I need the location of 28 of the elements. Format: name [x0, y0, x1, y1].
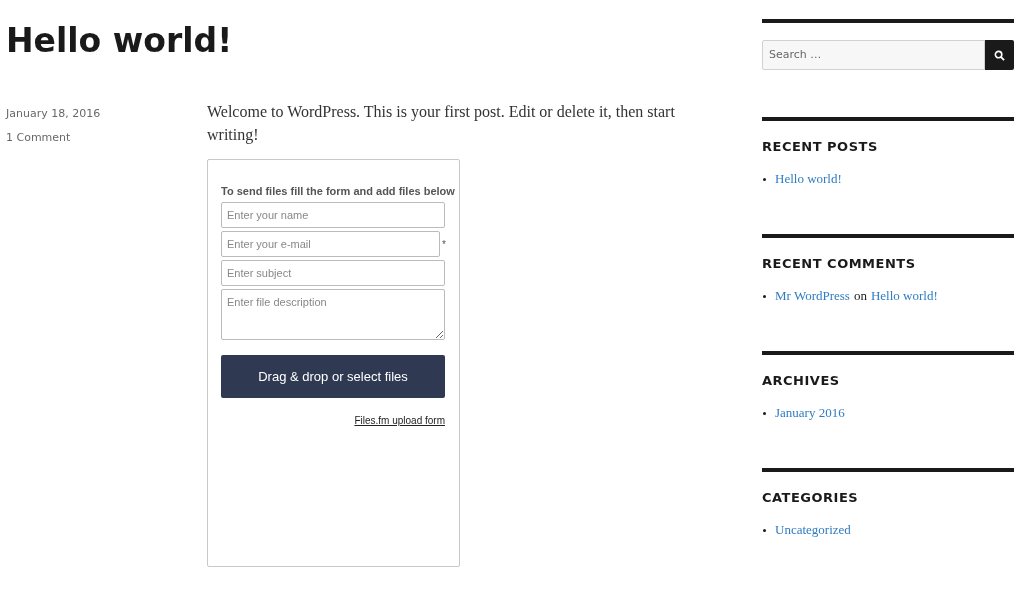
upload-form-link[interactable]: Files.fm upload form — [354, 413, 445, 428]
bullet-icon — [763, 178, 766, 181]
search-icon — [994, 49, 1005, 61]
comments-link[interactable]: 1 Comment — [6, 130, 71, 146]
widget-title: RECENT POSTS — [762, 139, 878, 155]
upload-button[interactable]: Drag & drop or select files — [221, 355, 445, 398]
input-field[interactable]: Enter subject — [221, 260, 445, 286]
bullet-icon — [763, 412, 766, 415]
widget-link[interactable]: Hello world! — [870, 288, 938, 304]
widget-link[interactable]: Uncategorized — [775, 522, 851, 538]
widget-text: on — [853, 288, 867, 304]
widget-link[interactable]: January 2016 — [775, 405, 845, 421]
input-field[interactable]: Enter your e-mail — [221, 231, 441, 257]
description-field[interactable]: Enter file description — [221, 289, 445, 340]
bullet-icon — [763, 295, 766, 298]
post-date[interactable]: January 18, 2016 — [6, 106, 101, 122]
form-heading: To send files fill the form and add files below — [221, 184, 455, 198]
widget-link[interactable]: Mr WordPress — [775, 288, 850, 304]
widget-link[interactable]: Hello world! — [775, 171, 842, 187]
required-mark: * — [442, 238, 446, 252]
widget-title: RECENT COMMENTS — [762, 256, 916, 272]
search-button[interactable] — [985, 40, 1014, 70]
bullet-icon — [763, 529, 766, 532]
input-field[interactable]: Enter your name — [221, 202, 445, 228]
post-title: Hello world! — [6, 22, 233, 60]
post-body: Welcome to WordPress. This is your first post. Edit or delete it, then start writing! — [207, 102, 676, 146]
widget-title: ARCHIVES — [762, 373, 840, 389]
widget-title: CATEGORIES — [762, 490, 859, 506]
